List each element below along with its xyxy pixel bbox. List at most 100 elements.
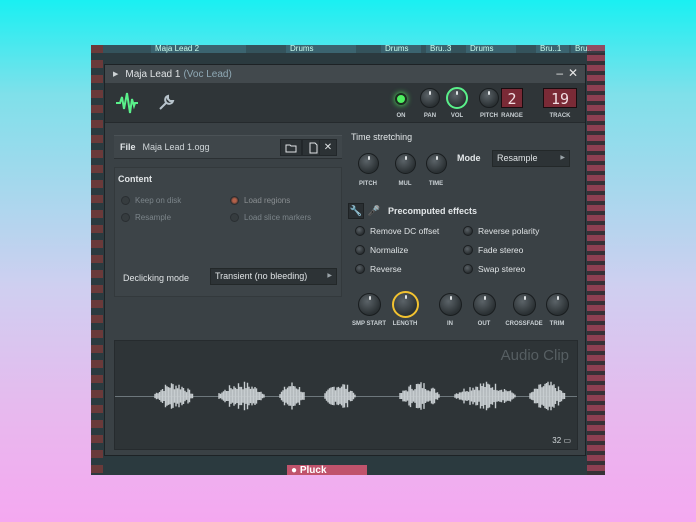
- mode-label: Mode: [457, 153, 481, 163]
- pan-knob[interactable]: [420, 88, 440, 108]
- in-knob[interactable]: [439, 293, 462, 316]
- window-titlebar[interactable]: ▶ Maja Lead 1 (Voc Lead) – ✕: [105, 65, 585, 83]
- time-stretching-title: Time stretching: [351, 132, 413, 142]
- swap-stereo-toggle[interactable]: Swap stereo: [463, 264, 525, 274]
- resample-checkbox[interactable]: Resample: [121, 213, 171, 222]
- pattern-strip: [587, 45, 605, 475]
- track-strip: [91, 45, 103, 475]
- toggle-label: Remove DC offset: [370, 226, 440, 236]
- toggle-label: Normalize: [370, 245, 409, 255]
- waveform-graphic: [154, 381, 566, 411]
- playlist-tab[interactable]: Drums: [466, 45, 516, 53]
- channel-settings-window: ▶ Maja Lead 1 (Voc Lead) – ✕ ON PAN VOL …: [104, 64, 586, 456]
- track-label: TRACK: [549, 113, 571, 119]
- left-pane: File Maja Lead 1.ogg ✕ Content Keep on d…: [114, 135, 342, 297]
- clip-icon: ▭: [563, 436, 571, 445]
- menu-arrow-icon[interactable]: ▶: [113, 70, 118, 78]
- sample-start-knob[interactable]: [358, 293, 381, 316]
- fade-stereo-toggle[interactable]: Fade stereo: [463, 245, 523, 255]
- keep-on-disk-checkbox[interactable]: Keep on disk: [121, 196, 181, 205]
- playlist-tab[interactable]: Maja Lead 2: [151, 45, 246, 53]
- declicking-select[interactable]: Transient (no bleeding) ▶: [210, 268, 337, 285]
- clip-count-value: 32: [552, 436, 562, 445]
- checkbox-label: Load slice markers: [244, 213, 312, 222]
- toggle-dot: [355, 226, 365, 236]
- sample-start-label: SMP START: [351, 321, 387, 327]
- out-label: OUT: [477, 321, 491, 327]
- reverse-toggle[interactable]: Reverse: [355, 264, 402, 274]
- channel-on-led[interactable]: [395, 93, 407, 105]
- ts-mul-knob[interactable]: [395, 153, 416, 174]
- playlist-tab[interactable]: Drums: [381, 45, 421, 53]
- toggle-dot: [463, 245, 473, 255]
- load-slice-markers-checkbox[interactable]: Load slice markers: [230, 213, 311, 222]
- mode-value: Resample: [497, 153, 538, 163]
- volume-knob[interactable]: [446, 87, 468, 109]
- ts-time-label: TIME: [428, 181, 444, 187]
- precomputed-title: Precomputed effects: [388, 206, 478, 216]
- ts-pitch-knob[interactable]: [358, 153, 379, 174]
- close-icon: ✕: [323, 142, 333, 153]
- close-button[interactable]: ✕: [568, 66, 578, 80]
- length-knob[interactable]: [392, 291, 419, 318]
- toggle-label: Swap stereo: [478, 264, 526, 274]
- window-title: Maja Lead 1: [125, 68, 181, 80]
- open-folder-button[interactable]: [280, 139, 302, 156]
- load-regions-checkbox[interactable]: Load regions: [230, 196, 290, 205]
- waveform-view[interactable]: Audio Clip 32 ▭: [114, 340, 578, 450]
- waveform-path: [154, 381, 566, 411]
- remove-dc-offset-toggle[interactable]: Remove DC offset: [355, 226, 439, 236]
- trim-label: TRIM: [549, 321, 565, 327]
- precomputed-header: 🔧 🎤 Precomputed effects: [348, 202, 578, 220]
- clear-file-button[interactable]: ✕: [319, 139, 337, 156]
- chevron-right-icon: ▶: [327, 273, 332, 279]
- declicking-label: Declicking mode: [123, 273, 190, 283]
- toggle-dot: [355, 264, 365, 274]
- microphone-icon[interactable]: 🎤: [368, 203, 380, 219]
- checkbox-dot: [230, 196, 239, 205]
- pitch-knob[interactable]: [479, 88, 499, 108]
- waveform-tab-icon[interactable]: [111, 87, 143, 119]
- window-subtitle: (Voc Lead): [183, 68, 232, 80]
- content-title: Content: [118, 174, 152, 184]
- track-display[interactable]: 19: [543, 88, 577, 108]
- range-display[interactable]: 2: [501, 88, 523, 108]
- file-row: File Maja Lead 1.ogg ✕: [114, 135, 342, 159]
- minimize-button[interactable]: –: [556, 66, 563, 80]
- toggle-dot: [355, 245, 365, 255]
- toggle-dot: [463, 264, 473, 274]
- mode-select[interactable]: Resample ▶: [492, 150, 570, 167]
- chevron-right-icon: ▶: [560, 155, 565, 161]
- file-label: File: [120, 142, 136, 152]
- playlist-tab[interactable]: Drums: [286, 45, 356, 53]
- checkbox-label: Keep on disk: [135, 196, 182, 205]
- folder-icon: [285, 144, 297, 152]
- checkbox-dot: [121, 213, 130, 222]
- ts-time-knob[interactable]: [426, 153, 447, 174]
- declicking-value: Transient (no bleeding): [215, 271, 308, 281]
- clip-count: 32 ▭: [552, 436, 571, 445]
- toggle-label: Fade stereo: [478, 245, 524, 255]
- checkbox-dot: [121, 196, 130, 205]
- file-name: Maja Lead 1.ogg: [142, 142, 210, 152]
- wrench-icon[interactable]: 🔧: [348, 203, 364, 219]
- normalize-toggle[interactable]: Normalize: [355, 245, 408, 255]
- clip-label: Pluck: [299, 465, 327, 475]
- ts-pitch-label: PITCH: [359, 181, 377, 187]
- checkbox-label: Load regions: [244, 196, 291, 205]
- wrench-tab-icon[interactable]: [151, 87, 181, 119]
- checkbox-label: Resample: [135, 213, 172, 222]
- toggle-label: Reverse polarity: [478, 226, 540, 236]
- reverse-polarity-toggle[interactable]: Reverse polarity: [463, 226, 539, 236]
- playlist-tab[interactable]: Bru..1: [536, 45, 569, 53]
- checkbox-dot: [230, 213, 239, 222]
- channel-toolbar: ON PAN VOL PITCH 2 RANGE 19 TRACK: [105, 83, 585, 123]
- toggle-label: Reverse: [370, 264, 402, 274]
- playlist-clip[interactable]: ● Pluck: [287, 465, 367, 475]
- toggle-dot: [463, 226, 473, 236]
- file-info-icon: [309, 142, 318, 153]
- trim-knob[interactable]: [546, 293, 569, 316]
- out-knob[interactable]: [473, 293, 496, 316]
- crossfade-knob[interactable]: [513, 293, 536, 316]
- playlist-tab[interactable]: Bru..3: [426, 45, 451, 53]
